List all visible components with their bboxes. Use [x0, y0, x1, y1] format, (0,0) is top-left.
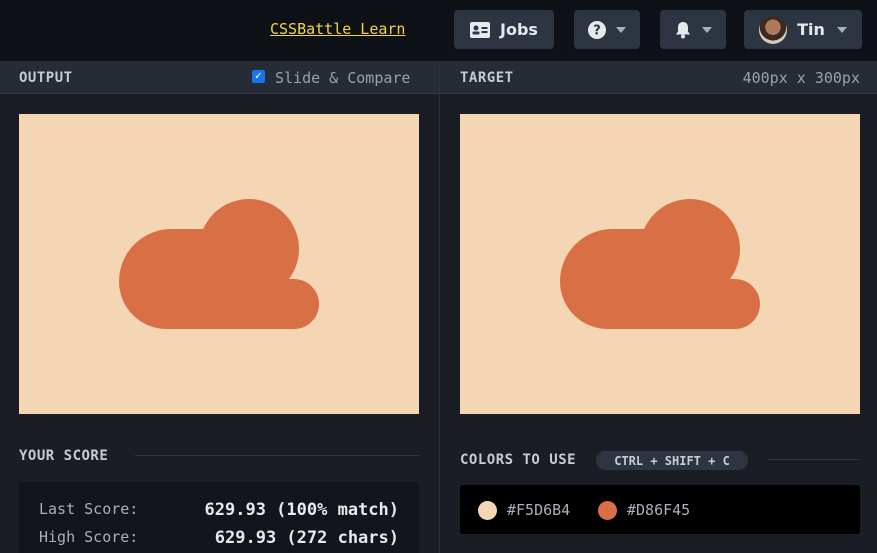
target-title: TARGET — [460, 70, 514, 86]
learn-link[interactable]: CSSBattle Learn — [270, 20, 405, 38]
slide-compare-label[interactable]: Slide & Compare — [275, 69, 410, 87]
colors-box: #F5D6B4 #D86F45 — [460, 485, 860, 534]
cloud-base — [610, 279, 760, 329]
high-score-label: High Score: — [39, 528, 139, 546]
target-size-label: 400px x 300px — [742, 69, 860, 87]
output-canvas[interactable] — [19, 114, 419, 414]
score-divider — [135, 455, 419, 456]
chevron-down-icon — [616, 26, 626, 33]
color-label[interactable]: #F5D6B4 — [507, 501, 570, 519]
user-menu-button[interactable]: Tin — [744, 10, 862, 49]
colors-divider — [768, 459, 860, 460]
jobs-label: Jobs — [500, 20, 538, 39]
score-title: YOUR SCORE — [19, 448, 109, 464]
id-card-icon — [470, 21, 491, 38]
avatar — [759, 15, 788, 44]
chevron-down-icon — [702, 26, 712, 33]
colors-title: COLORS TO USE — [460, 452, 577, 468]
panel-divider — [439, 61, 440, 553]
chevron-down-icon — [836, 26, 847, 33]
output-header: OUTPUT ✓ Slide & Compare — [0, 61, 439, 94]
color-swatch[interactable] — [478, 501, 497, 520]
output-title: OUTPUT — [19, 70, 73, 86]
svg-text:?: ? — [593, 23, 601, 38]
high-score-value: 629.93 (272 chars) — [214, 528, 399, 548]
score-box: Last Score: 629.93 (100% match) High Sco… — [19, 482, 419, 553]
notifications-button[interactable] — [660, 10, 726, 49]
jobs-button[interactable]: Jobs — [454, 10, 554, 49]
last-score-value: 629.93 (100% match) — [204, 500, 399, 520]
slide-compare-checkbox[interactable]: ✓ — [252, 70, 265, 83]
help-button[interactable]: ? — [574, 10, 640, 49]
top-bar: CSSBattle Learn Jobs ? Tin — [0, 0, 877, 61]
copy-colors-shortcut: CTRL + SHIFT + C — [596, 451, 748, 470]
color-swatch[interactable] — [598, 501, 617, 520]
bell-icon — [676, 21, 690, 38]
target-canvas — [460, 114, 860, 414]
target-header: TARGET 400px x 300px — [440, 61, 877, 94]
cloud-base — [169, 279, 319, 329]
user-name: Tin — [797, 20, 825, 39]
last-score-label: Last Score: — [39, 500, 139, 518]
question-circle-icon: ? — [588, 20, 606, 39]
color-label[interactable]: #D86F45 — [627, 501, 690, 519]
